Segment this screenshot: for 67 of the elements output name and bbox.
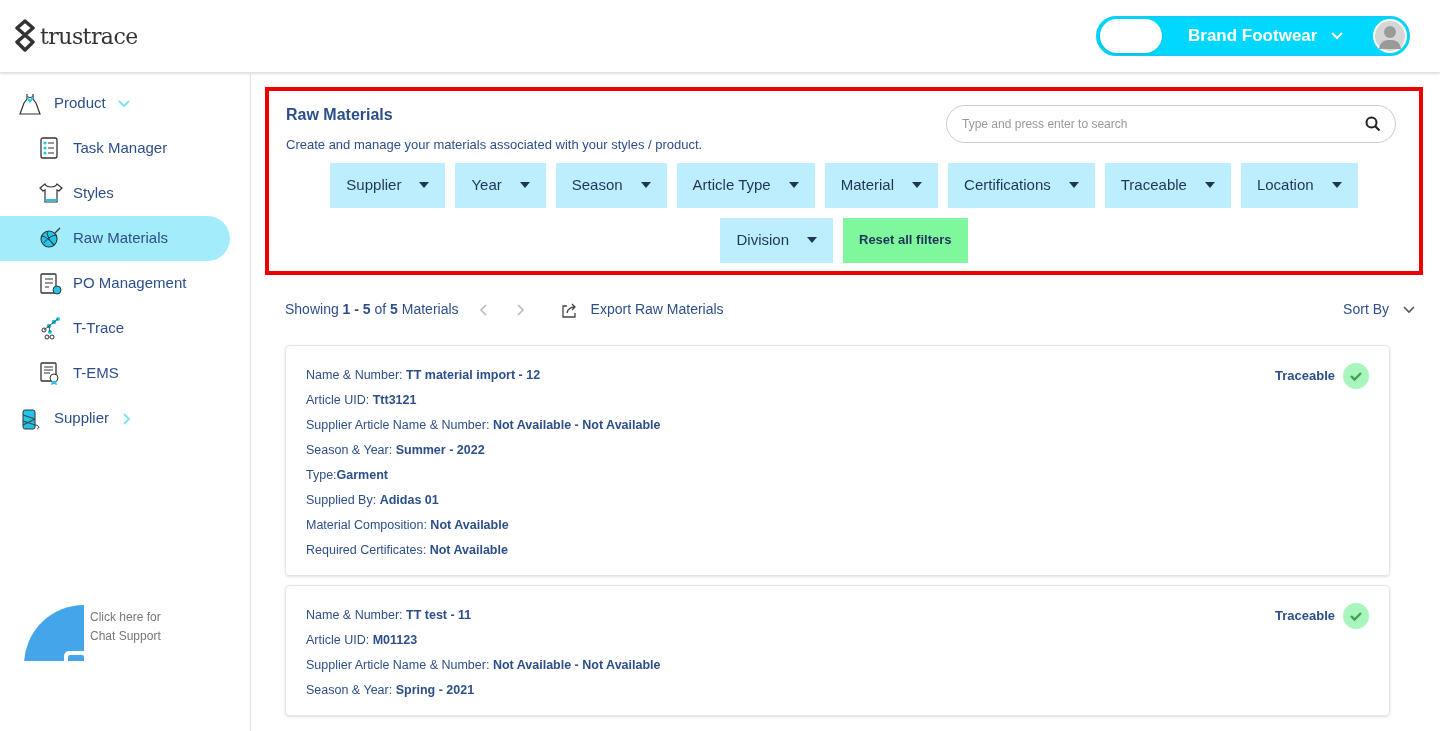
material-field: Material Composition: Not Available — [306, 512, 661, 538]
traceable-status: Traceable — [1275, 366, 1335, 385]
caret-icon — [912, 182, 923, 188]
sidebar-section[interactable]: Product — [54, 92, 106, 115]
clipboard-gear-icon — [38, 271, 63, 296]
results-count: Showing 1 - 5 of 5 Materials — [285, 300, 459, 319]
material-field: Season & Year: Summer - 2022 — [306, 437, 661, 463]
sidebar-item[interactable]: Styles — [0, 171, 230, 216]
chat-button[interactable] — [24, 605, 84, 661]
avatar-icon[interactable] — [1373, 19, 1407, 53]
material-field: Season & Year: Spring - 2021 — [306, 677, 661, 703]
page-subtitle: Create and manage your materials associated with your styles / product. — [286, 136, 703, 154]
sidebar-item[interactable]: PO Management — [0, 261, 230, 306]
material-field: Article UID: Ttt3121 — [306, 387, 661, 413]
network-nodes-icon — [38, 316, 63, 341]
page-title: Raw Materials — [286, 105, 394, 125]
sort-dropdown[interactable]: Sort By — [1343, 299, 1415, 320]
logo-wordmark[interactable]: trustrace — [40, 19, 138, 53]
traceable-status: Traceable — [1275, 606, 1335, 625]
caret-icon — [519, 182, 530, 188]
filter-dropdown[interactable]: Certifications — [948, 162, 1095, 208]
material-card[interactable] — [285, 344, 1390, 576]
search-field[interactable]: Type and press enter to search — [946, 105, 1396, 143]
material-field: Required Certificates: Not Available — [306, 537, 661, 563]
filter-dropdown[interactable]: Material — [824, 162, 939, 208]
chevron-down-icon — [1331, 32, 1344, 40]
brand-name: Brand Footwear — [1188, 25, 1318, 48]
yarn-ball-icon — [38, 226, 63, 251]
caret-icon — [788, 182, 799, 188]
sidebar-item[interactable]: T-Trace — [0, 306, 230, 351]
filter-dropdown[interactable]: Supplier — [330, 162, 446, 208]
shirt-icon — [38, 181, 63, 206]
toggle-switch[interactable] — [1100, 19, 1162, 53]
sidebar-item[interactable]: Raw Materials — [0, 216, 230, 261]
next-page-icon[interactable] — [516, 303, 525, 316]
filter-dropdown[interactable]: Year — [455, 162, 546, 208]
previous-page-icon[interactable] — [478, 303, 487, 316]
caret-icon — [419, 182, 430, 188]
caret-icon — [640, 182, 651, 188]
material-field: Supplier Article Name & Number: Not Available - Not Available — [306, 652, 661, 678]
caret-icon — [1068, 182, 1079, 188]
export-link[interactable]: Export Raw Materials — [590, 299, 724, 320]
reset-filters-button[interactable]: Reset all filters — [843, 217, 968, 263]
material-field: Name & Number: TT test - 11 — [306, 602, 661, 628]
material-field: Name & Number: TT material import - 12 — [306, 362, 661, 388]
filter-dropdown[interactable]: Article Type — [676, 162, 815, 208]
material-field: Supplier Article Name & Number: Not Available - Not Available — [306, 412, 661, 438]
sidebar-section[interactable]: Supplier — [54, 407, 110, 430]
material-field: Type:Garment — [306, 462, 661, 488]
material-card[interactable]: Name & Number: TT test - 11 Article UID: M01123 Supplier Article Name & Number: Not Available - Not Available Season & Year: Spring - 2021 Traceable — [285, 584, 1390, 716]
logo-icon — [14, 19, 36, 53]
chat-support-label[interactable]: Click here for Chat Support — [90, 608, 170, 646]
chevron-down-icon — [1403, 305, 1415, 314]
filter-dropdown[interactable]: Season — [555, 162, 667, 208]
export-icon — [560, 301, 579, 318]
dress-icon — [18, 91, 42, 116]
sidebar-item[interactable]: T-EMS — [0, 351, 230, 396]
filter-dropdown[interactable]: Division — [720, 217, 833, 263]
material-field: Supplied By: Adidas 01 — [306, 487, 661, 513]
sidebar-item[interactable]: Task Manager — [0, 126, 230, 171]
caret-icon — [807, 237, 817, 243]
filter-dropdown[interactable]: Location — [1240, 162, 1358, 208]
material-field: Article UID: M01123 — [306, 627, 661, 653]
caret-icon — [1331, 182, 1342, 188]
caret-icon — [1204, 182, 1215, 188]
filter-dropdown[interactable]: Traceable — [1104, 162, 1231, 208]
search-icon[interactable] — [1365, 116, 1381, 132]
